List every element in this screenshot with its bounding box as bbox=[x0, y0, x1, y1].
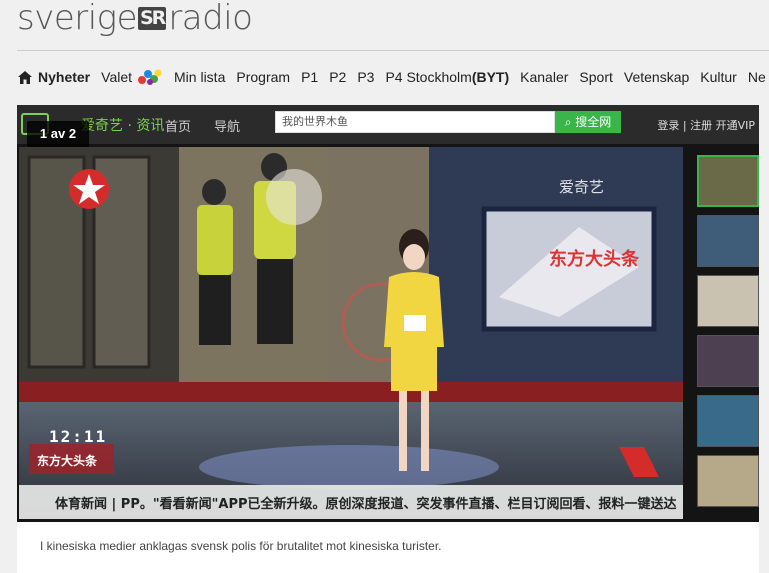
search-icon: ⌕ bbox=[564, 115, 576, 129]
nav-label: P4 Stockholm bbox=[385, 69, 472, 85]
nav-item-p1[interactable]: P1 bbox=[301, 69, 318, 85]
nav-label: Kultur bbox=[700, 69, 737, 85]
iqiyi-logo-text: 爱奇艺 · 资讯 bbox=[81, 118, 165, 134]
nav-label: Valet bbox=[101, 69, 133, 85]
broadcast-clock: 12:11 bbox=[49, 427, 108, 446]
image-caption-box: I kinesiska medier anklagas svensk polis… bbox=[17, 522, 759, 573]
nav-item-valet[interactable]: Valet bbox=[101, 68, 163, 86]
nav-label: P1 bbox=[301, 69, 319, 85]
nav-label: Ne bbox=[747, 69, 766, 85]
image-caption: I kinesiska medier anklagas svensk polis… bbox=[40, 539, 442, 553]
brand-right: radio bbox=[168, 0, 253, 38]
nav-item-kultur[interactable]: Kultur bbox=[700, 69, 737, 85]
nav-item-nyheter[interactable]: Nyheter bbox=[17, 69, 90, 85]
iqiyi-nav-link: 导航 bbox=[214, 120, 241, 135]
nav-item-sport[interactable]: Sport bbox=[579, 69, 612, 85]
related-video-thumb bbox=[697, 455, 759, 507]
nav-item-vetenskap[interactable]: Vetenskap bbox=[624, 69, 689, 85]
brand-mark: SR bbox=[138, 6, 166, 30]
change-channel-link[interactable]: (BYT) bbox=[472, 69, 509, 85]
iqiyi-search-button: ⌕ 搜全网 bbox=[555, 111, 621, 133]
nav-label: Vetenskap bbox=[623, 69, 690, 85]
iqiyi-home-link: 首页 bbox=[165, 120, 192, 135]
related-video-thumb bbox=[697, 335, 759, 387]
news-video-still: 东方大头条 爱奇艺 东方大头条 12:11 体育新闻 | PP。"看看新闻"AP… bbox=[19, 147, 683, 519]
iqiyi-account-links: 登录 | 注册 开通VIP bbox=[657, 119, 755, 132]
nav-item-min-lista[interactable]: Min lista bbox=[174, 69, 225, 85]
iqiyi-topbar: 爱奇艺 · 资讯 首页 导航 我的世界木鱼 ⌕ 搜全网 登录 | 注册 开通VI… bbox=[17, 105, 759, 144]
home-icon bbox=[18, 70, 32, 84]
iqiyi-watermark: 爱奇艺 bbox=[559, 178, 604, 196]
nav-item-kanaler[interactable]: Kanaler bbox=[520, 69, 568, 85]
brand-left: sverige bbox=[17, 0, 138, 38]
nav-label: P2 bbox=[329, 69, 347, 85]
header-divider bbox=[17, 50, 769, 51]
sverigesradio-logo[interactable]: sverige SR radio bbox=[17, 0, 253, 38]
related-video-thumb bbox=[697, 215, 759, 267]
main-navigation: Nyheter Valet Min lista Program P1 P2 P3… bbox=[17, 66, 769, 88]
nav-item-p3[interactable]: P3 bbox=[357, 69, 374, 85]
news-ticker: 体育新闻 | PP。"看看新闻"APP已全新升级。原创深度报道、突发事件直播、栏… bbox=[19, 485, 683, 519]
nav-label: Sport bbox=[579, 69, 613, 85]
nav-item-p4-stockholm[interactable]: P4 Stockholm (BYT) bbox=[385, 69, 509, 85]
svg-text:东方大头条: 东方大头条 bbox=[37, 453, 98, 468]
iqiyi-search-input: 我的世界木鱼 bbox=[275, 111, 555, 133]
nav-item-p2[interactable]: P2 bbox=[329, 69, 346, 85]
nav-item-more[interactable]: Ne bbox=[748, 69, 766, 85]
nav-label: Nyheter bbox=[38, 69, 91, 85]
iqiyi-search-label: 搜全网 bbox=[575, 115, 612, 129]
svg-text:东方大头条: 东方大头条 bbox=[549, 248, 640, 270]
related-video-list bbox=[697, 155, 759, 515]
related-video-thumb bbox=[697, 155, 759, 207]
related-video-thumb bbox=[697, 275, 759, 327]
studio-scene: 东方大头条 爱奇艺 东方大头条 bbox=[19, 147, 683, 519]
related-video-thumb bbox=[697, 395, 759, 447]
nav-label: Kanaler bbox=[520, 69, 569, 85]
valet-dots-icon bbox=[138, 69, 162, 85]
nav-label: Min lista bbox=[174, 69, 226, 85]
gallery-counter: 1 av 2 bbox=[27, 121, 89, 147]
ticker-text: 体育新闻 | PP。"看看新闻"APP已全新升级。原创深度报道、突发事件直播、栏… bbox=[55, 497, 677, 512]
gallery-image[interactable]: 爱奇艺 · 资讯 首页 导航 我的世界木鱼 ⌕ 搜全网 登录 | 注册 开通VI… bbox=[17, 105, 759, 522]
nav-item-program[interactable]: Program bbox=[236, 69, 290, 85]
nav-label: Program bbox=[236, 69, 291, 85]
nav-label: P3 bbox=[357, 69, 375, 85]
